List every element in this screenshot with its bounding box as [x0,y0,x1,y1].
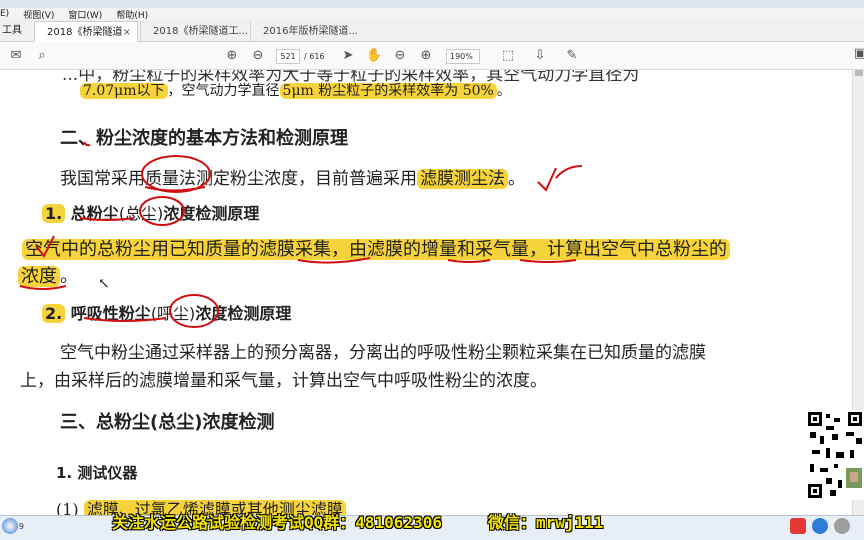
zoom-out-icon[interactable]: ⊖ [392,48,408,64]
zoom-select[interactable]: 190% [446,49,480,64]
section-title-2: 二、粉尘浓度的基本方法和检测原理 [60,128,348,149]
select-cursor-icon[interactable]: ➤ [340,48,356,64]
network-icon[interactable] [812,518,828,534]
highlight-text: 5μm 粉尘粒子的采样效率为 50% [279,83,497,99]
qr-code [806,410,864,500]
paragraph-1: 我国常采用质量法测定粉尘浓度，目前普遍采用 滤膜测尘法。 [60,164,525,189]
text: 我国常采用 [60,169,145,189]
page-number-input[interactable]: 521 [276,49,300,64]
paragraph-3-line-1: 空气中粉尘通过采样器上的预分离器，分离出的呼吸性粉尘颗粒采集在已知质量的滤膜 [60,343,706,363]
hand-icon[interactable]: ✋ [366,48,382,64]
fit-page-icon[interactable]: ⬚ [500,48,516,64]
text: 。 [496,83,511,99]
pen-stroke [555,165,583,179]
text: 。 [508,169,525,189]
text: 浓度检测原理 [195,304,292,323]
tab-document-2[interactable]: 2018《桥梁隧道工... [140,21,248,42]
scrollbar-thumb[interactable] [855,70,863,76]
text: 总粉尘 [70,204,119,223]
text: 呼吸性粉尘 [70,304,151,323]
banner-qq-text: 关注水运公路试验检测考试QQ群：481062306 [112,513,442,532]
underlined-text: 滤膜采集 [259,239,331,260]
paragraph-2-line-2: 浓度。 [18,262,78,288]
highlight-text: 2. [42,304,66,323]
tab-document-3[interactable]: 2016年版桥梁隧道... [250,21,360,42]
text: ，由滤膜的 [331,239,421,260]
text: ，空气动力学直径 [167,83,280,99]
menu-item-window[interactable]: 窗口(W) [68,8,102,21]
mail-icon[interactable]: ✉ [8,48,24,64]
sub-heading-1: 1. 测试仪器 [56,464,138,482]
pen-checkmark [537,167,557,192]
volume-icon[interactable] [834,518,850,534]
toolbar: ✉ ⌕ ⊕ ⊖ 521 / 616 ➤ ✋ ⊖ ⊕ 190% ⬚ ⇩ ✎ ▣ [0,42,864,70]
highlight-text: 滤膜测尘法 [417,169,508,189]
pdf-page: ...中，粉尘粒子的采样效率为大于等于粒子的采样效率，其空气动力学直径为 7.0… [0,70,864,515]
menu-item-edit[interactable]: E) [0,9,9,19]
sogou-ime-icon[interactable] [790,518,806,534]
search-icon[interactable]: ⌕ [34,48,50,64]
menu-bar: E) 视图(V) 窗口(W) 帮助(H) [0,8,864,21]
tab-label: 2018《桥梁隧道工... [153,26,248,37]
text: 。 [60,266,78,287]
menu-item-help[interactable]: 帮助(H) [116,8,148,21]
tab-document-1[interactable]: 2018《桥梁隧道工... × [34,21,138,59]
comment-icon[interactable]: ✎ [564,48,580,64]
tab-bar: 工具 2018《桥梁隧道工... × 2018《桥梁隧道工... 2016年版桥… [0,20,864,59]
text: (1) [56,500,79,515]
page-total: / 616 [304,52,325,61]
highlight-text: 7.07μm以下 [80,83,168,99]
close-icon[interactable]: × [123,22,131,43]
banner-wechat-text: 微信：mrwj111 [487,513,604,532]
circled-text: 质量法 [145,169,196,189]
line-highlight-1: 7.07μm以下 ，空气动力学直径 5μm 粉尘粒子的采样效率为 50%。 [80,80,511,100]
item-heading-1: 1. 总粉尘(总尘)浓度检测原理 [42,200,259,224]
paragraph-3-line-2: 上，由采样后的滤膜增量和采气量，计算出空气中呼吸性粉尘的浓度。 [20,371,547,391]
text: ，计算出空气中总粉尘的 [529,239,727,260]
item-heading-2: 2. 呼吸性粉尘(呼尘)浓度检测原理 [42,300,291,324]
text: 和 [457,239,475,260]
section-title-3: 三、总粉尘(总尘)浓度检测 [60,412,275,433]
underlined-text: 采气量 [475,239,529,260]
side-panel-toggle-icon[interactable]: ▣ [852,46,864,62]
tab-label: 2016年版桥梁隧道... [263,26,358,37]
underlined-text: 增量 [421,239,457,260]
paragraph-2-line-1: 空气中的总粉尘用已知质量的滤膜采集，由滤膜的增量和采气量，计算出空气中总粉尘的 [22,235,730,261]
page-up-icon[interactable]: ⊕ [224,48,240,64]
promo-banner: 关注水运公路试验检测考试QQ群：481062306 微信：mrwj111 [112,509,649,533]
text: 测定粉尘浓度，目前普遍采用 [196,169,417,189]
zoom-in-icon[interactable]: ⊕ [418,48,434,64]
start-button-icon[interactable] [2,518,18,534]
scroll-mode-icon[interactable]: ⇩ [532,48,548,64]
highlight-text: 浓度 [18,266,60,287]
page-down-icon[interactable]: ⊖ [250,48,266,64]
mouse-cursor-icon: ↖ [98,276,110,292]
tab-tools[interactable]: 工具 [0,20,32,42]
menu-item-view[interactable]: 视图(V) [23,8,54,21]
qr-code-image [806,410,864,500]
circled-text: (呼尘) [150,304,196,323]
text: 浓度检测原理 [163,204,260,223]
text: 空气中的总粉尘用已知质量的 [25,239,259,260]
highlight-text: 空气中的总粉尘用已知质量的滤膜采集，由滤膜的增量和采气量，计算出空气中总粉尘的 [22,239,730,260]
circled-text: (总尘) [118,204,164,223]
highlight-text: 1. [42,204,66,223]
